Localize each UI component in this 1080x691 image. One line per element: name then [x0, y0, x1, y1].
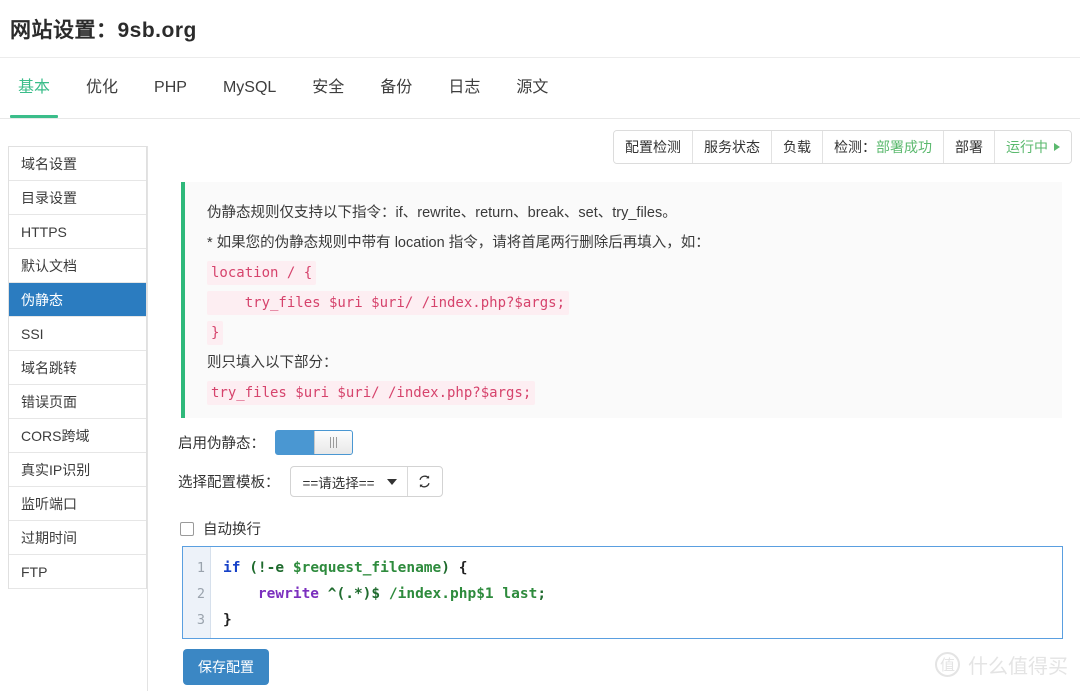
refresh-icon — [419, 475, 430, 488]
tab-6[interactable]: 日志 — [430, 58, 498, 118]
site-settings-page: 网站设置：9sb.org 基本 优化 PHP MySQL 安全 备份 日志 源文 配置检测 服… — [0, 0, 1080, 691]
toolbar-detect-label: 检测： — [834, 139, 876, 155]
sidebar-item-10[interactable]: 监听端口 — [9, 487, 146, 521]
template-select-value: ==请选择== — [302, 475, 375, 491]
tab-4[interactable]: 安全 — [294, 58, 362, 118]
sidebar-item-3[interactable]: 默认文档 — [9, 249, 146, 283]
watermark-mark: 值 — [935, 652, 960, 677]
toolbar-deploy-label: 部署 — [955, 139, 983, 155]
template-select[interactable]: ==请选择== — [291, 467, 407, 496]
page-title: 网站设置：9sb.org — [10, 18, 197, 42]
code-token: } — [223, 612, 232, 628]
toolbar-load-label: 负载 — [783, 139, 811, 155]
sidebar-item-8[interactable]: CORS跨域 — [9, 419, 146, 453]
watermark-text: 什么值得买 — [968, 656, 1068, 678]
sidebar-item-9[interactable]: 真实IP识别 — [9, 453, 146, 487]
refresh-templates-button[interactable] — [406, 467, 442, 496]
auto-wrap-row[interactable]: 自动换行 — [180, 518, 261, 539]
info-code-row-1: location / { — [207, 258, 1062, 288]
help-info-panel: 伪静态规则仅支持以下指令：if、rewrite、return、break、set… — [181, 182, 1062, 418]
page-header: 网站设置：9sb.org — [0, 0, 1080, 58]
watermark: 值 什么值得买 — [935, 650, 1068, 679]
auto-wrap-checkbox[interactable] — [180, 521, 194, 536]
tab-2[interactable]: PHP — [136, 58, 205, 118]
info-code-row-4: try_files $uri $uri/ /index.php?$args; — [207, 378, 1062, 408]
sidebar-item-4[interactable]: 伪静态 — [9, 283, 146, 317]
editor-line-number: 2 — [196, 586, 205, 602]
sidebar-item-0[interactable]: 域名设置 — [9, 147, 146, 181]
code-token: { — [458, 560, 468, 576]
sidebar-item-12[interactable]: FTP — [9, 555, 146, 589]
enable-rewrite-toggle[interactable] — [275, 430, 353, 455]
editor-line-number: 1 — [196, 560, 205, 576]
code-token: $request_filename — [292, 560, 442, 576]
sidebar-item-11[interactable]: 过期时间 — [9, 521, 146, 555]
info-code-row-2: try_files $uri $uri/ /index.php?$args; — [207, 288, 1062, 318]
sidebar-item-6[interactable]: 域名跳转 — [9, 351, 146, 385]
code-token: /index.php$1 — [388, 586, 494, 602]
tab-7[interactable]: 源文 — [498, 58, 566, 118]
tab-5[interactable]: 备份 — [362, 58, 430, 118]
sidebar-item-5[interactable]: SSI — [9, 317, 146, 351]
template-select-group: ==请选择== — [289, 466, 443, 497]
info-code-2: try_files $uri $uri/ /index.php?$args; — [207, 291, 570, 315]
template-select-label: 选择配置模板： — [178, 475, 280, 491]
sidebar-item-7[interactable]: 错误页面 — [9, 385, 146, 419]
tab-1[interactable]: 优化 — [68, 58, 136, 118]
status-toolbar: 配置检测 服务状态 负载 检测： 部署成功 部署 运行中 — [613, 130, 1072, 164]
code-token: last — [502, 586, 538, 602]
editor-code-line: rewrite ^(.*)$ /index.php$1 last; — [223, 581, 1062, 607]
toolbar-running-label: 运行中 — [1006, 139, 1048, 155]
toolbar-service-status-button[interactable]: 服务状态 — [693, 131, 772, 163]
save-config-button[interactable]: 保存配置 — [183, 649, 269, 685]
toolbar-load-button[interactable]: 负载 — [772, 131, 823, 163]
editor-code-line: if (!-e $request_filename) { — [223, 555, 1062, 581]
info-code-3: } — [207, 321, 224, 345]
editor-gutter: 1 2 3 — [183, 547, 211, 638]
code-token: rewrite — [257, 586, 320, 602]
toolbar-config-check-button[interactable]: 配置检测 — [614, 131, 693, 163]
play-triangle-icon — [1054, 143, 1060, 151]
toggle-track — [276, 431, 314, 454]
enable-rewrite-row: 启用伪静态： — [178, 430, 353, 455]
toolbar-running-status[interactable]: 运行中 — [995, 131, 1071, 163]
auto-wrap-label: 自动换行 — [203, 522, 261, 538]
info-code-row-3: } — [207, 318, 1062, 348]
toggle-knob — [314, 431, 352, 454]
editor-code-line: } — [223, 607, 1062, 633]
chevron-down-icon — [386, 478, 397, 485]
code-token: (!-e — [249, 560, 293, 576]
info-code-4: try_files $uri $uri/ /index.php?$args; — [207, 381, 536, 405]
toolbar-config-check-label: 配置检测 — [625, 139, 681, 155]
editor-code-area[interactable]: if (!-e $request_filename) { rewrite ^(.… — [211, 547, 1062, 638]
toolbar-service-status-label: 服务状态 — [704, 139, 760, 155]
sidebar-item-1[interactable]: 目录设置 — [9, 181, 146, 215]
sidebar-item-2[interactable]: HTTPS — [9, 215, 146, 249]
template-select-row: 选择配置模板： ==请选择== — [178, 466, 443, 497]
toolbar-detect-status[interactable]: 检测： 部署成功 — [823, 131, 944, 163]
info-code-1: location / { — [207, 261, 317, 285]
settings-sidebar: 域名设置 目录设置 HTTPS 默认文档 伪静态 SSI 域名跳转 错误页面 CORS跨域 真实I… — [8, 146, 147, 589]
editor-line-number: 3 — [196, 612, 205, 628]
code-token: if — [223, 560, 241, 576]
main-tabs: 基本 优化 PHP MySQL 安全 备份 日志 源文 — [0, 58, 1080, 119]
code-token: ; — [537, 586, 547, 602]
toolbar-deploy-button[interactable]: 部署 — [944, 131, 995, 163]
info-line-1: 伪静态规则仅支持以下指令：if、rewrite、return、break、set… — [207, 205, 677, 221]
info-line-3: 则只填入以下部分： — [207, 355, 338, 371]
code-token: ^(.*)$ — [327, 586, 381, 602]
code-token: ) — [441, 560, 450, 576]
tab-0[interactable]: 基本 — [0, 58, 68, 118]
rewrite-rules-editor[interactable]: 1 2 3 if (!-e $request_filename) { rewrite… — [182, 546, 1063, 639]
sidebar-divider — [147, 146, 148, 691]
enable-rewrite-label: 启用伪静态： — [178, 436, 265, 452]
info-line-2: * 如果您的伪静态规则中带有 location 指令，请将首尾两行删除后再填入，… — [207, 235, 710, 251]
tab-3[interactable]: MySQL — [205, 58, 294, 118]
toolbar-detect-value: 部署成功 — [876, 139, 932, 155]
